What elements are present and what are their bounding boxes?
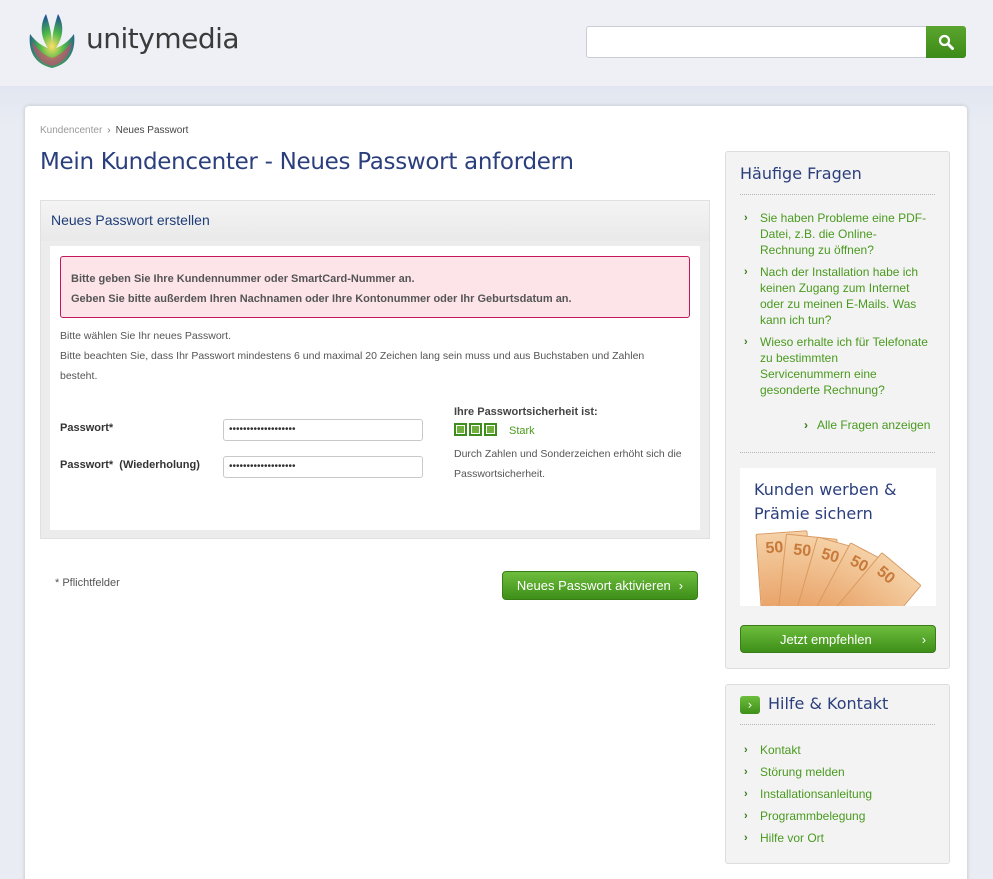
strength-hint: Durch Zahlen und Sonderzeichen erhöht si… bbox=[454, 448, 682, 480]
page-title: Mein Kundencenter - Neues Passwort anfor… bbox=[40, 149, 574, 175]
strength-meter bbox=[454, 423, 497, 436]
breadcrumb-chevron-icon: › bbox=[107, 125, 111, 136]
button-label: Jetzt empfehlen bbox=[779, 631, 872, 647]
chevron-right-icon: › bbox=[740, 695, 760, 714]
referral-promo[interactable]: Kunden werben & Prämie sichern 50 50 50 … bbox=[740, 468, 936, 606]
help-link-label: Installationsanleitung bbox=[760, 787, 873, 801]
search-button[interactable] bbox=[926, 26, 966, 58]
breadcrumb-current: Neues Passwort bbox=[115, 125, 189, 136]
password-form-panel: Neues Passwort erstellen Bitte geben Sie… bbox=[40, 200, 710, 539]
faq-item[interactable]: › Sie haben Probleme eine PDF-Datei, z.B.… bbox=[740, 210, 930, 258]
all-questions-link[interactable]: › Alle Fragen anzeigen bbox=[804, 418, 930, 432]
search-input[interactable] bbox=[586, 26, 928, 58]
help-title: Hilfe & Kontakt bbox=[768, 694, 889, 713]
faq-item[interactable]: › Nach der Installation habe ich keinen Z… bbox=[740, 264, 930, 328]
help-link-kontakt[interactable]: › Kontakt bbox=[740, 742, 930, 758]
help-link-label: Programmbelegung bbox=[760, 809, 866, 823]
info-line: Bitte beachten Sie, dass Ihr Passwort mi… bbox=[60, 350, 645, 382]
chevron-right-icon: › bbox=[744, 810, 748, 822]
chevron-right-icon: › bbox=[744, 744, 748, 756]
faq-box: Häufige Fragen › Sie haben Probleme eine … bbox=[725, 151, 950, 669]
chevron-right-icon: › bbox=[744, 788, 748, 800]
form-body: Bitte geben Sie Ihre Kundennummer oder S… bbox=[50, 246, 700, 530]
required-fields-note: * Pflichtfelder bbox=[55, 577, 120, 589]
help-list: › Kontakt › Störung melden › Installationsa… bbox=[740, 742, 930, 852]
password-repeat-label: Passwort* (Wiederholung) bbox=[60, 459, 200, 471]
help-link-label: Kontakt bbox=[760, 743, 801, 757]
help-link-label: Hilfe vor Ort bbox=[760, 831, 825, 845]
chevron-right-icon: › bbox=[744, 766, 748, 778]
divider bbox=[740, 194, 935, 195]
promo-title: Kunden werben & Prämie sichern bbox=[754, 480, 897, 523]
content-page: Kundencenter › Neues Passwort Mein Kundenc… bbox=[25, 106, 967, 879]
chevron-right-icon: › bbox=[804, 418, 808, 432]
faq-item-text: Wieso erhalte ich für Telefonate zu best… bbox=[760, 335, 928, 397]
form-heading: Neues Passwort erstellen bbox=[51, 212, 210, 228]
divider bbox=[740, 724, 935, 725]
chevron-right-icon: › bbox=[744, 212, 748, 224]
form-header: Neues Passwort erstellen bbox=[41, 201, 709, 241]
search-icon bbox=[938, 34, 954, 50]
error-line: Bitte geben Sie Ihre Kundennummer oder S… bbox=[71, 273, 415, 285]
error-line: Geben Sie bitte außerdem Ihren Nachnamen… bbox=[71, 293, 572, 305]
faq-title: Häufige Fragen bbox=[740, 164, 862, 183]
logo-flower-icon bbox=[29, 14, 75, 68]
help-link-label: Störung melden bbox=[760, 765, 845, 779]
logo-text: unitymedia bbox=[86, 22, 240, 55]
help-link-vor-ort[interactable]: › Hilfe vor Ort bbox=[740, 830, 930, 846]
unitymedia-logo[interactable]: unitymedia bbox=[26, 12, 240, 70]
chevron-right-icon: › bbox=[678, 578, 684, 593]
password-repeat-field[interactable]: ••••••••••••••••••• bbox=[223, 456, 423, 478]
breadcrumb: Kundencenter › Neues Passwort bbox=[40, 125, 188, 136]
button-label: Neues Passwort aktivieren bbox=[516, 578, 671, 593]
faq-item[interactable]: › Wieso erhalte ich für Telefonate zu bes… bbox=[740, 334, 930, 398]
help-link-installation[interactable]: › Installationsanleitung bbox=[740, 786, 930, 802]
error-message-box: Bitte geben Sie Ihre Kundennummer oder S… bbox=[60, 256, 690, 318]
strength-word: Stark bbox=[509, 425, 535, 437]
info-line: Bitte wählen Sie Ihr neues Passwort. bbox=[60, 330, 232, 342]
help-title-row: › Hilfe & Kontakt bbox=[740, 694, 935, 714]
strength-title: Ihre Passwortsicherheit ist: bbox=[454, 406, 598, 418]
help-link-programm[interactable]: › Programmbelegung bbox=[740, 808, 930, 824]
chevron-right-icon: › bbox=[744, 266, 748, 278]
recommend-now-button[interactable]: Jetzt empfehlen › bbox=[740, 625, 936, 653]
top-bar: unitymedia bbox=[0, 0, 993, 86]
activate-password-button[interactable]: Neues Passwort aktivieren › bbox=[502, 571, 698, 600]
breadcrumb-root[interactable]: Kundencenter bbox=[40, 125, 102, 136]
divider bbox=[740, 452, 935, 453]
password-label: Passwort* bbox=[60, 422, 114, 434]
password-info: Bitte wählen Sie Ihr neues Passwort. Bit… bbox=[60, 326, 680, 386]
help-link-stoerung[interactable]: › Störung melden bbox=[740, 764, 930, 780]
strength-segment bbox=[484, 423, 497, 436]
strength-segment bbox=[469, 423, 482, 436]
faq-item-text: Sie haben Probleme eine PDF-Datei, z.B. … bbox=[760, 211, 927, 257]
password-field[interactable]: ••••••••••••••••••• bbox=[223, 419, 423, 441]
all-questions-label: Alle Fragen anzeigen bbox=[817, 418, 931, 432]
chevron-right-icon: › bbox=[744, 832, 748, 844]
chevron-right-icon: › bbox=[921, 631, 927, 647]
strength-segment bbox=[454, 423, 467, 436]
faq-item-text: Nach der Installation habe ich keinen Zu… bbox=[760, 265, 919, 327]
faq-list: › Sie haben Probleme eine PDF-Datei, z.B.… bbox=[740, 210, 930, 398]
help-contact-box: › Hilfe & Kontakt › Kontakt › Störung melde… bbox=[725, 684, 950, 864]
chevron-right-icon: › bbox=[744, 336, 748, 348]
